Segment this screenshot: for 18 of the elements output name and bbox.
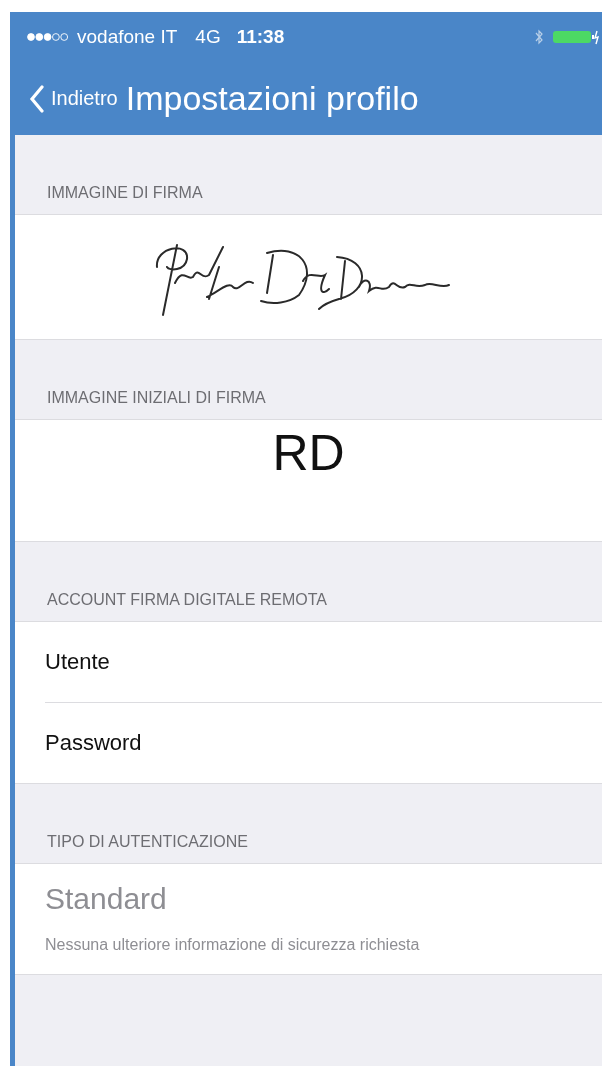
initials-text[interactable]: RD: [272, 428, 345, 478]
input-field[interactable]: Utente: [45, 649, 110, 675]
signature-cell[interactable]: [15, 215, 602, 340]
network-type: 4G: [195, 26, 221, 48]
section-header: ACCOUNT FIRMA DIGITALE REMOTA: [47, 591, 328, 609]
battery-icon: [552, 29, 600, 45]
signal-icon: [27, 32, 69, 42]
section-header: TIPO DI AUTENTICAZIONE: [47, 833, 248, 851]
section-header: IMMAGINE DI FIRMA: [47, 184, 203, 202]
screen-title: Impostazioni profilo: [125, 79, 419, 118]
chevron-left-icon: [29, 84, 45, 113]
bluetooth-icon: [535, 29, 544, 45]
input-field[interactable]: Password: [45, 730, 142, 756]
option-description: Nessuna ulteriore informazione di sicurezza richiesta: [45, 936, 421, 954]
section-header: IMMAGINE INIZIALI DI FIRMA: [47, 389, 266, 407]
carrier-name: vodafone IT: [77, 26, 178, 48]
back-button[interactable]: Indietro: [29, 84, 118, 113]
clock-time: 11:38: [236, 26, 285, 48]
